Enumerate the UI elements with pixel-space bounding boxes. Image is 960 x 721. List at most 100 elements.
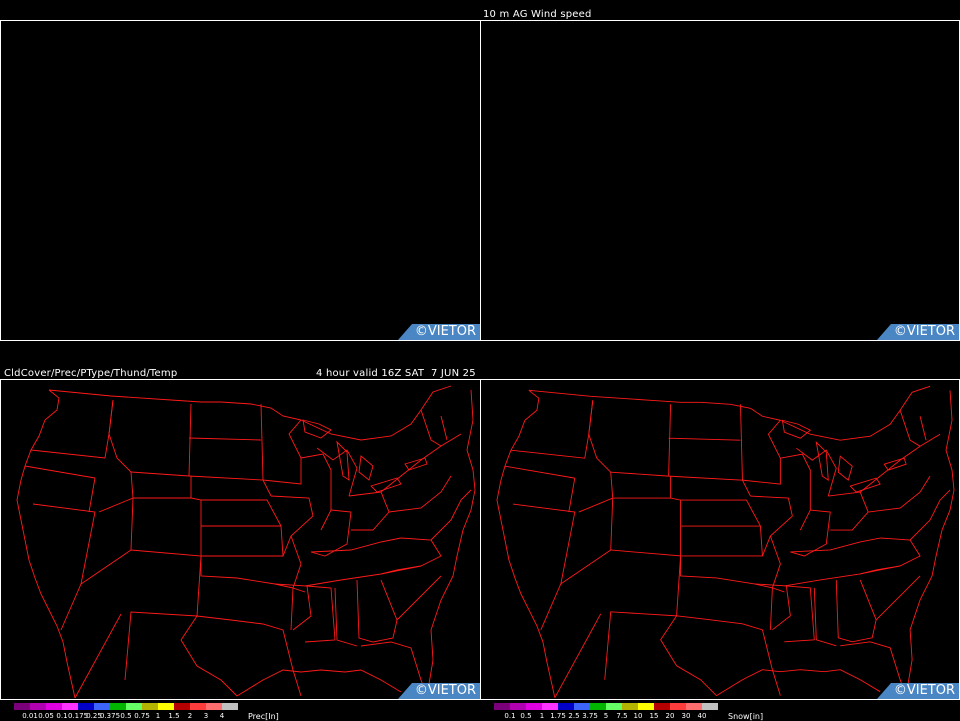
- state-boundary: [108, 399, 190, 477]
- state-boundary: [668, 404, 672, 477]
- state-boundary: [300, 453, 332, 531]
- legend-swatch: [142, 703, 158, 710]
- legend-swatch: [510, 703, 526, 710]
- vietor-watermark: ©VIETOR: [398, 324, 480, 340]
- state-boundary: [32, 503, 96, 631]
- state-boundary: [334, 579, 398, 647]
- legend-swatch: [110, 703, 126, 710]
- legend-tick-label: 1: [155, 712, 161, 720]
- state-boundary: [396, 575, 442, 621]
- legend-tick-label: 0.75: [134, 712, 150, 720]
- legend-tick-label: 0.5: [520, 712, 532, 720]
- legend-swatch: [494, 703, 510, 710]
- legend-tick-label: 15: [649, 712, 659, 720]
- legend-tick-label: 3.75: [582, 712, 598, 720]
- legend-tick-label: 1.75: [550, 712, 566, 720]
- legend-swatch: [46, 703, 62, 710]
- legend-swatch: [190, 703, 206, 710]
- state-boundary: [512, 503, 576, 630]
- legend-tick-label: 0.175: [67, 712, 89, 720]
- state-boundary: [612, 476, 672, 499]
- legend-swatch: [158, 703, 174, 710]
- legend-swatch: [206, 703, 222, 710]
- state-boundary: [380, 537, 442, 575]
- legend-swatch: [14, 703, 30, 710]
- state-boundary: [426, 389, 476, 697]
- legend-tick-label: 7.5: [616, 712, 628, 720]
- us-state-boundaries-map: [16, 385, 476, 699]
- legend-tick-label: 0.05: [38, 712, 54, 720]
- state-boundary: [676, 615, 781, 696]
- vietor-watermark: ©VIETOR: [877, 324, 959, 340]
- map-panel-bottom-left[interactable]: ©VIETOR: [0, 379, 481, 700]
- legend-tick-label: 20: [665, 712, 675, 720]
- state-boundary: [604, 549, 682, 680]
- legend-tick-label: 4: [219, 712, 225, 720]
- vietor-watermark: ©VIETOR: [398, 683, 480, 699]
- state-boundary: [336, 440, 350, 481]
- state-boundary: [188, 403, 192, 477]
- legend-swatch: [702, 703, 718, 710]
- legend-swatch: [222, 703, 238, 710]
- state-boundary: [316, 447, 358, 497]
- legend-tick-label: 0.375: [99, 712, 121, 720]
- map-panel-top-left[interactable]: ©VIETOR: [0, 20, 481, 341]
- map-panel-top-right[interactable]: ©VIETOR: [480, 20, 960, 341]
- legend-tick-label: 30: [681, 712, 691, 720]
- legend-tick-label: 1: [539, 712, 545, 720]
- legend-swatch: [542, 703, 558, 710]
- legend-swatch: [654, 703, 670, 710]
- legend-tick-label: 40: [697, 712, 707, 720]
- state-boundary: [24, 465, 96, 479]
- state-boundary: [201, 499, 284, 557]
- state-boundary: [680, 499, 763, 557]
- state-boundary: [828, 491, 869, 531]
- state-boundary: [905, 390, 955, 696]
- legend-tick-label: 5: [603, 712, 609, 720]
- legend-tick-label: 0.01: [22, 712, 38, 720]
- legend-tick-label: 0.5: [120, 712, 132, 720]
- legend-swatch: [126, 703, 142, 710]
- state-boundary: [388, 475, 452, 513]
- legend-swatch: [526, 703, 542, 710]
- legend-tick-label: 1.5: [168, 712, 180, 720]
- state-boundary: [909, 489, 951, 541]
- state-boundary: [260, 403, 302, 485]
- state-boundary: [554, 613, 602, 698]
- state-boundary: [528, 389, 781, 421]
- us-state-boundaries-map: [496, 385, 955, 698]
- state-boundary: [180, 615, 238, 697]
- precip-color-bar: [14, 703, 240, 710]
- state-boundary: [859, 433, 941, 493]
- state-boundary: [510, 400, 594, 459]
- state-boundary: [899, 410, 927, 447]
- legend-swatch: [638, 703, 654, 710]
- legend-swatch: [670, 703, 686, 710]
- state-boundary: [124, 549, 202, 681]
- state-boundary: [740, 404, 781, 485]
- state-boundary: [98, 433, 134, 513]
- state-boundary: [815, 440, 829, 482]
- state-boundary: [568, 478, 576, 513]
- vietor-watermark: ©VIETOR: [877, 683, 959, 699]
- map-panel-bottom-right[interactable]: ©VIETOR: [480, 379, 960, 700]
- state-boundary: [813, 579, 877, 647]
- legend-swatch: [62, 703, 78, 710]
- state-boundary: [716, 669, 881, 697]
- state-boundary: [860, 537, 921, 575]
- legend-swatch: [574, 703, 590, 710]
- state-boundary: [420, 409, 448, 447]
- state-boundary: [588, 400, 669, 477]
- legend-swatch: [686, 703, 702, 710]
- state-boundary: [30, 399, 114, 459]
- state-boundary: [310, 537, 402, 553]
- state-boundary: [430, 489, 472, 541]
- legend-tick-label: 0.1: [56, 712, 68, 720]
- legend-swatch: [622, 703, 638, 710]
- state-boundary: [670, 497, 682, 556]
- state-boundary: [680, 555, 773, 630]
- state-boundary: [496, 389, 556, 698]
- legend-tick-label: 3: [203, 712, 209, 720]
- legend-swatch: [590, 703, 606, 710]
- legend-tick-label: 2: [187, 712, 193, 720]
